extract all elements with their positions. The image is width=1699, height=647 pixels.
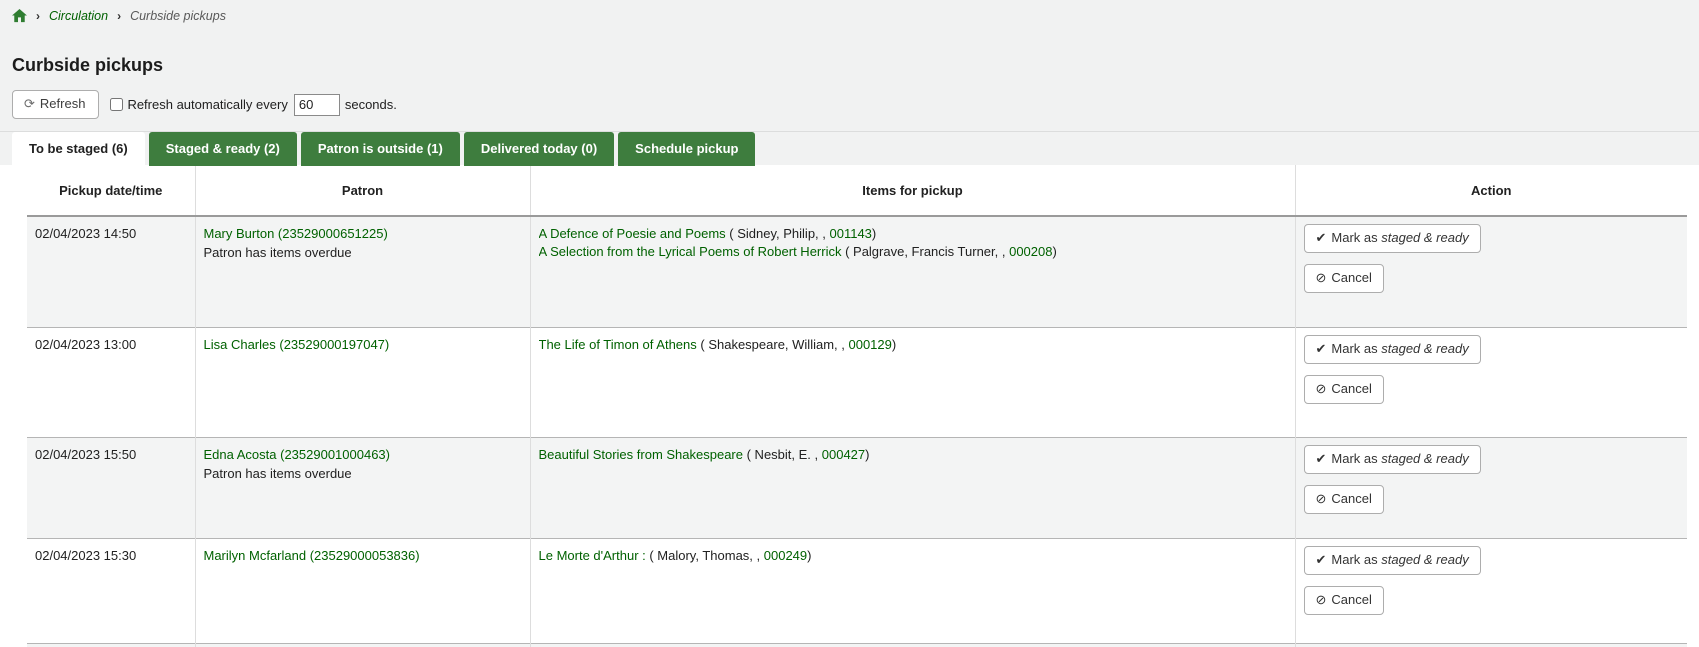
ban-icon: ⊘ [1316, 491, 1327, 506]
table-row-partial [27, 643, 1687, 647]
pickup-datetime: 02/04/2023 13:00 [27, 327, 195, 437]
to-be-staged-panel: Pickup date/time Patron Items for pickup… [0, 165, 1699, 647]
patron-link[interactable]: Edna Acosta (23529001000463) [204, 447, 391, 462]
item-author: ( Sidney, Philip, , [726, 226, 830, 241]
refresh-button[interactable]: ⟳ Refresh [12, 90, 99, 119]
pickups-table: Pickup date/time Patron Items for pickup… [27, 165, 1687, 647]
item-for-pickup: A Selection from the Lyrical Poems of Ro… [539, 243, 1287, 261]
table-row: 02/04/2023 14:50 Mary Burton (2352900065… [27, 216, 1687, 327]
auto-refresh-label: Refresh automatically every [127, 97, 287, 112]
auto-refresh-checkbox[interactable] [110, 98, 123, 111]
check-icon: ✔ [1316, 230, 1327, 245]
tab-staged-and-ready[interactable]: Staged & ready (2) [149, 132, 297, 166]
item-for-pickup: The Life of Timon of Athens ( Shakespear… [539, 336, 1287, 354]
item-title-link[interactable]: A Selection from the Lyrical Poems of Ro… [539, 244, 842, 259]
breadcrumb-separator: › [36, 9, 40, 23]
patron-link[interactable]: Lisa Charles (23529000197047) [204, 337, 390, 352]
item-for-pickup: A Defence of Poesie and Poems ( Sidney, … [539, 225, 1287, 243]
item-title-link[interactable]: The Life of Timon of Athens [539, 337, 697, 352]
check-icon: ✔ [1316, 451, 1327, 466]
column-header-items: Items for pickup [530, 165, 1295, 216]
table-row: 02/04/2023 15:50 Edna Acosta (2352900100… [27, 437, 1687, 538]
refresh-controls: ⟳ Refresh Refresh automatically every sec… [12, 90, 1687, 119]
patron-overdue-note: Patron has items overdue [204, 244, 522, 262]
item-number-link[interactable]: 000129 [848, 337, 891, 352]
item-number-link[interactable]: 000249 [764, 548, 807, 563]
table-row: 02/04/2023 13:00 Lisa Charles (235290001… [27, 327, 1687, 437]
item-author: ( Palgrave, Francis Turner, , [841, 244, 1009, 259]
refresh-button-label: Refresh [40, 96, 86, 111]
cancel-button[interactable]: ⊘Cancel [1304, 264, 1384, 293]
pickup-datetime: 02/04/2023 14:50 [27, 216, 195, 327]
ban-icon: ⊘ [1316, 381, 1327, 396]
ban-icon: ⊘ [1316, 270, 1327, 285]
mark-staged-ready-button[interactable]: ✔Mark as staged & ready [1304, 445, 1481, 474]
tab-patron-is-outside[interactable]: Patron is outside (1) [301, 132, 460, 166]
item-for-pickup: Beautiful Stories from Shakespeare ( Nes… [539, 446, 1287, 464]
seconds-label: seconds. [345, 97, 397, 112]
item-author: ( Shakespeare, William, , [697, 337, 849, 352]
breadcrumb-current: Curbside pickups [130, 9, 226, 23]
item-author: ( Nesbit, E. , [743, 447, 822, 462]
cancel-button[interactable]: ⊘Cancel [1304, 586, 1384, 615]
table-row: 02/04/2023 15:30 Marilyn Mcfarland (2352… [27, 538, 1687, 643]
check-icon: ✔ [1316, 552, 1327, 567]
page-title: Curbside pickups [12, 55, 1699, 76]
pickup-datetime: 02/04/2023 15:30 [27, 538, 195, 643]
item-title-link[interactable]: Le Morte d'Arthur : [539, 548, 646, 563]
column-header-patron: Patron [195, 165, 530, 216]
cancel-button[interactable]: ⊘Cancel [1304, 375, 1384, 404]
breadcrumb-separator: › [117, 9, 121, 23]
tab-delivered-today[interactable]: Delivered today (0) [464, 132, 614, 166]
column-header-pickup-datetime: Pickup date/time [27, 165, 195, 216]
item-for-pickup: Le Morte d'Arthur : ( Malory, Thomas, , … [539, 547, 1287, 565]
mark-staged-ready-button[interactable]: ✔Mark as staged & ready [1304, 224, 1481, 253]
breadcrumb: › Circulation › Curbside pickups [0, 0, 1699, 31]
cancel-button[interactable]: ⊘Cancel [1304, 485, 1384, 514]
refresh-icon: ⟳ [24, 96, 35, 111]
tab-to-be-staged[interactable]: To be staged (6) [12, 132, 145, 166]
mark-staged-ready-button[interactable]: ✔Mark as staged & ready [1304, 335, 1481, 364]
item-number-link[interactable]: 000427 [822, 447, 865, 462]
table-header-row: Pickup date/time Patron Items for pickup… [27, 165, 1687, 216]
mark-staged-ready-button[interactable]: ✔Mark as staged & ready [1304, 546, 1481, 575]
patron-link[interactable]: Mary Burton (23529000651225) [204, 226, 388, 241]
patron-overdue-note: Patron has items overdue [204, 465, 522, 483]
home-icon[interactable] [12, 9, 27, 23]
item-number-link[interactable]: 001143 [830, 226, 872, 241]
breadcrumb-circulation-link[interactable]: Circulation [49, 9, 108, 23]
pickup-tabs: To be staged (6) Staged & ready (2) Patr… [0, 131, 1699, 165]
item-title-link[interactable]: Beautiful Stories from Shakespeare [539, 447, 744, 462]
check-icon: ✔ [1316, 341, 1327, 356]
patron-link[interactable]: Marilyn Mcfarland (23529000053836) [204, 548, 420, 563]
ban-icon: ⊘ [1316, 592, 1327, 607]
tab-schedule-pickup[interactable]: Schedule pickup [618, 132, 755, 166]
refresh-interval-input[interactable] [294, 94, 340, 116]
item-number-link[interactable]: 000208 [1009, 244, 1052, 259]
column-header-action: Action [1295, 165, 1687, 216]
item-author: ( Malory, Thomas, , [646, 548, 764, 563]
pickup-datetime: 02/04/2023 15:50 [27, 437, 195, 538]
item-title-link[interactable]: A Defence of Poesie and Poems [539, 226, 726, 241]
